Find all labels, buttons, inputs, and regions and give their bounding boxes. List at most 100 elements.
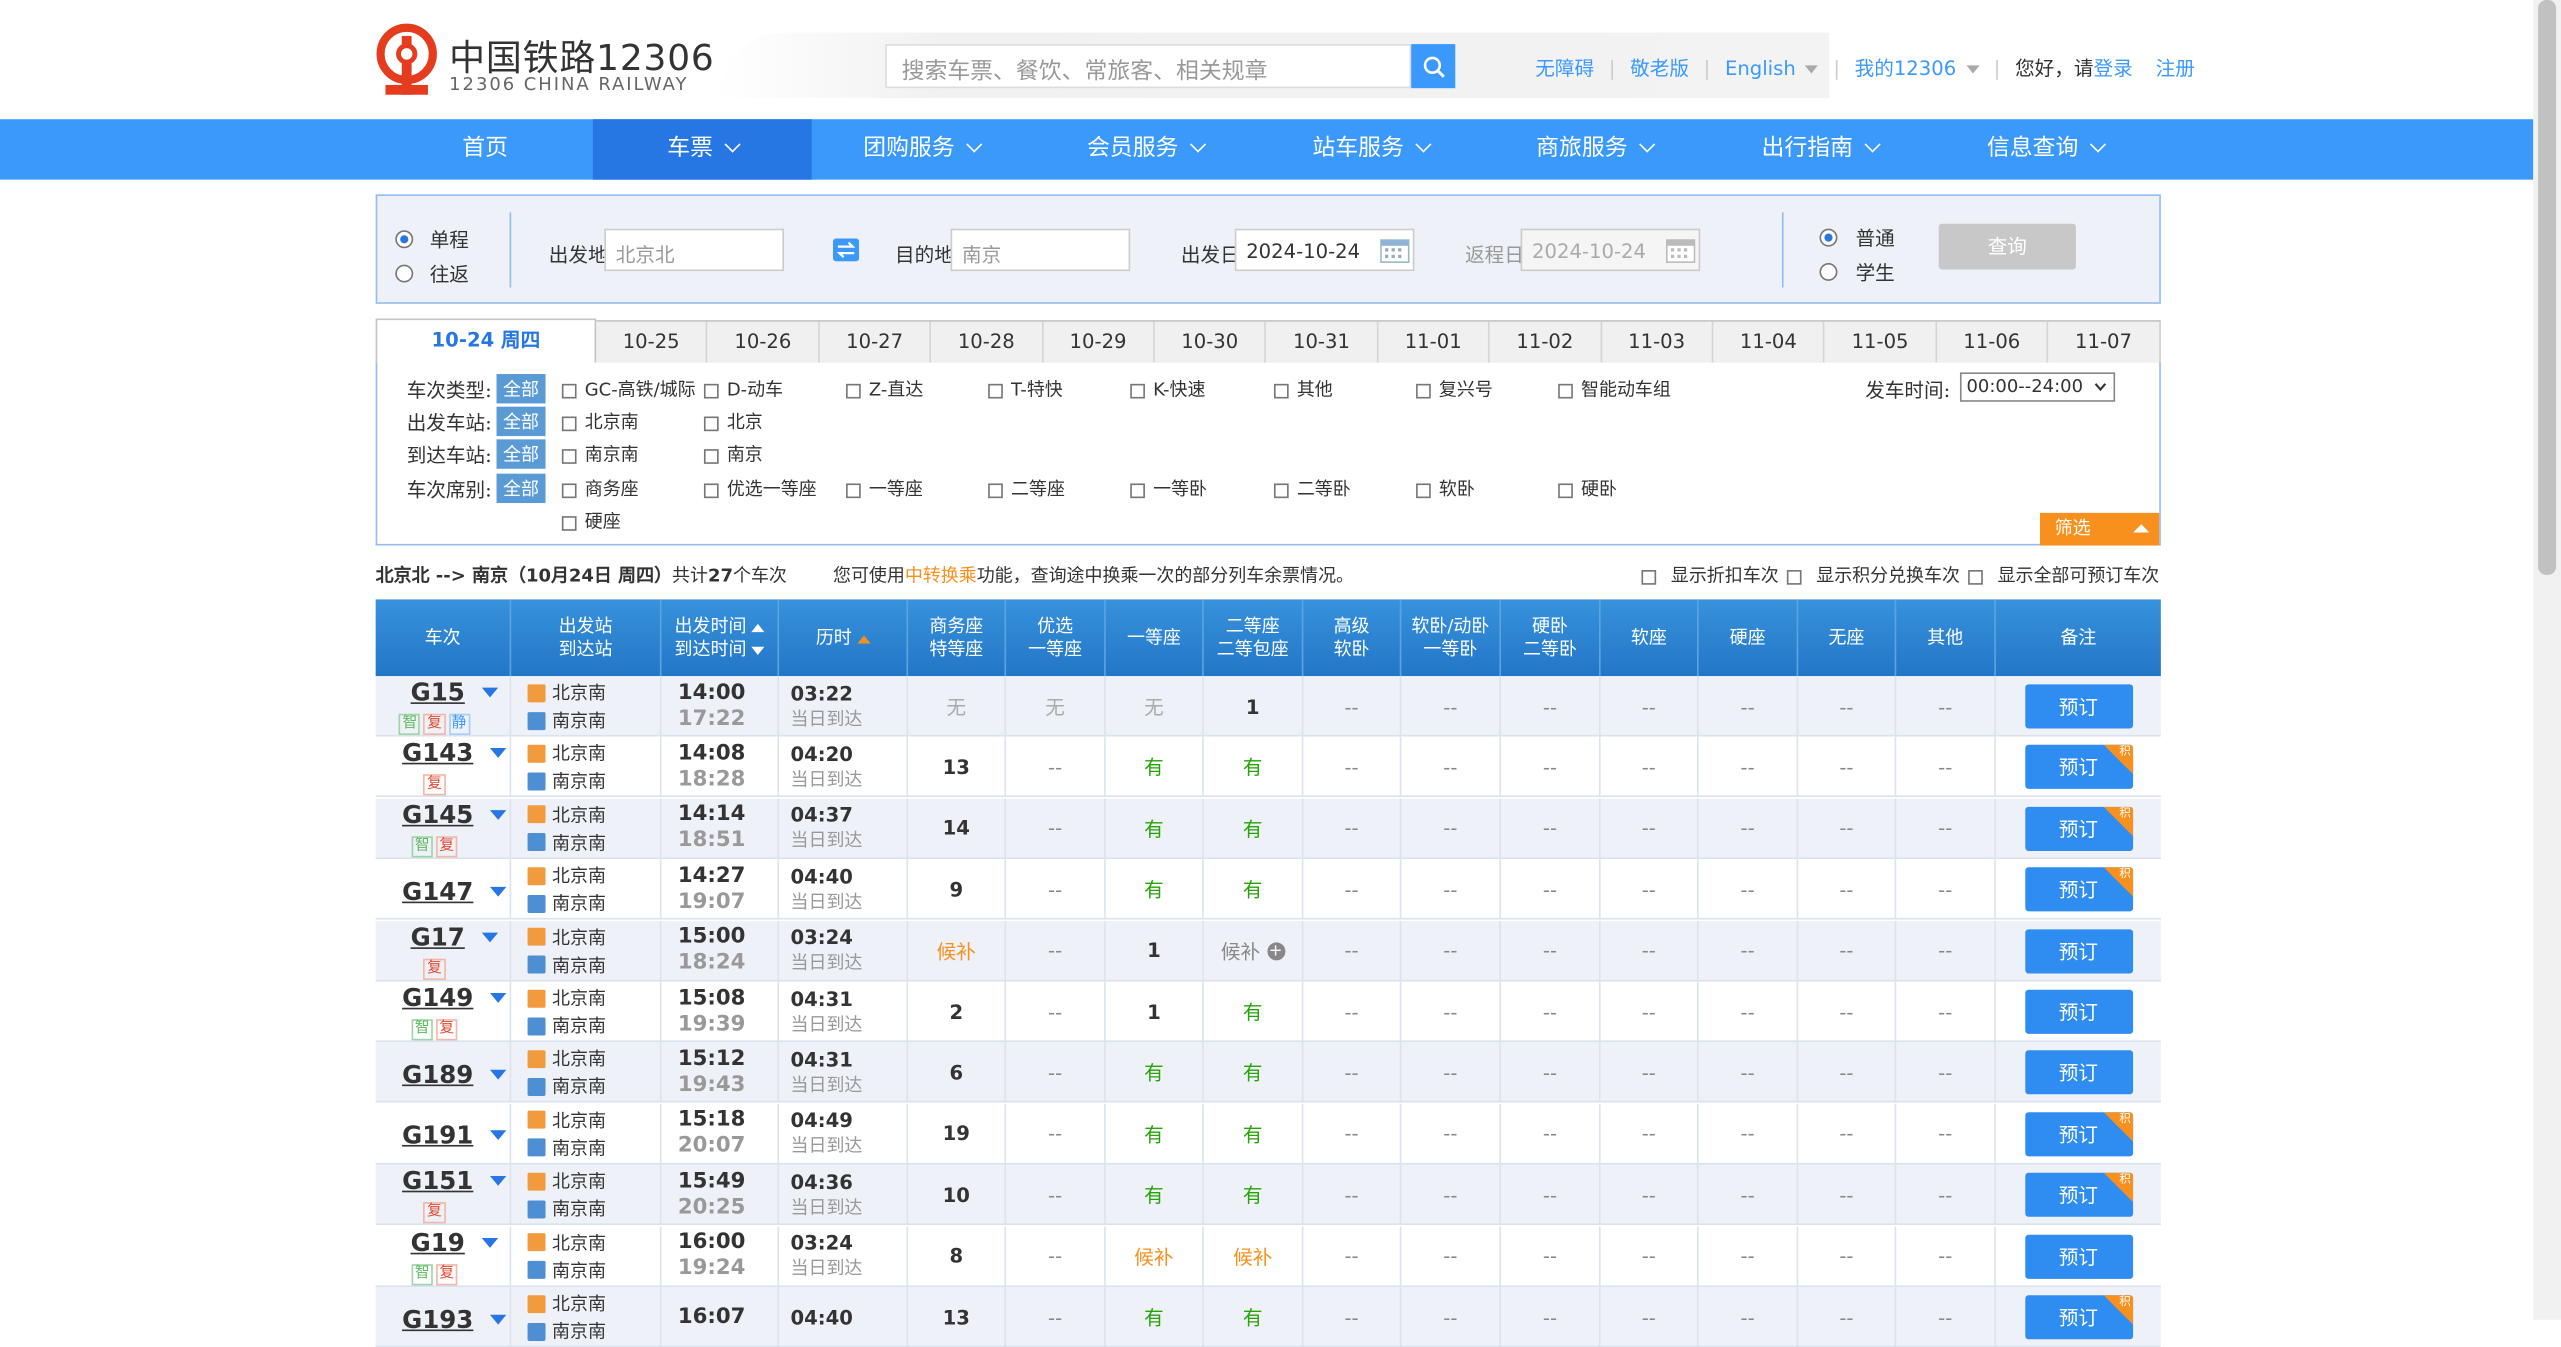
filter-option[interactable]: 其他 [1273,376,1333,402]
train-number-link[interactable]: G17 [411,922,465,951]
china-railway-logo-icon[interactable] [376,23,438,98]
date-tab[interactable]: 10-30 [1155,321,1267,363]
date-tab[interactable]: 11-01 [1378,321,1490,363]
student-ticket-radio[interactable]: 学生 [1819,255,1895,286]
train-number-link[interactable]: G191 [402,1121,473,1150]
seat-availability[interactable]: 1 [1147,1000,1161,1023]
seat-availability[interactable]: 6 [949,1061,963,1084]
seat-availability[interactable]: 候补 [1134,1242,1173,1270]
filter-all-button[interactable]: 全部 [496,473,546,504]
nav-item[interactable]: 信息查询 [1935,119,2154,179]
filter-option[interactable]: 北京南 [561,408,639,434]
search-input[interactable]: 搜索车票、餐饮、常旅客、相关规章 [885,44,1412,89]
book-button[interactable]: 预订 [2024,1050,2133,1095]
train-number-link[interactable]: G151 [402,1166,473,1195]
filter-option[interactable]: 复兴号 [1416,376,1493,402]
expand-stops-icon[interactable] [489,1313,507,1324]
transfer-link[interactable]: 中转换乘 [905,565,977,586]
filter-all-button[interactable]: 全部 [496,439,546,469]
book-button[interactable]: 预订 积 [2024,1173,2133,1218]
seat-availability[interactable]: 1 [1147,939,1161,962]
add-waitlist-icon[interactable]: + [1266,941,1285,960]
oneway-radio[interactable]: 单程 [395,222,469,253]
calendar-icon[interactable] [1380,237,1410,263]
expand-stops-icon[interactable] [489,1130,507,1141]
train-number-link[interactable]: G143 [402,739,473,768]
column-header[interactable]: 出发时间 到达时间 [661,599,780,677]
train-number-link[interactable]: G189 [402,1060,473,1089]
book-button[interactable]: 预订 积 [2024,806,2133,851]
seat-availability[interactable]: 14 [943,817,970,840]
train-number-link[interactable]: G19 [411,1228,465,1257]
my12306-dropdown[interactable]: 我的12306 [1855,54,1980,82]
depart-time-select[interactable]: 00:00--24:00 [1959,372,2116,402]
book-button[interactable]: 预订 积 [2024,1111,2133,1157]
date-tab[interactable]: 11-03 [1602,321,1714,363]
filter-option[interactable]: K-快速 [1130,376,1205,402]
seat-availability[interactable]: 有 [1144,1120,1164,1148]
train-number-link[interactable]: G147 [402,877,473,906]
filter-option[interactable]: 北京 [703,408,763,434]
date-tab[interactable]: 10-28 [931,321,1043,363]
seat-availability[interactable]: 有 [1144,754,1164,782]
seat-availability[interactable]: 有 [1243,1303,1263,1331]
from-station-input[interactable]: 北京北 [604,228,784,272]
seat-availability[interactable]: 8 [949,1245,963,1268]
filter-option[interactable]: 硬卧 [1558,475,1617,501]
filter-option[interactable]: 一等卧 [1130,475,1207,501]
expand-stops-icon[interactable] [481,687,498,698]
seat-availability[interactable]: 有 [1144,1059,1164,1087]
filter-option[interactable]: 南京 [703,441,763,467]
show-option-checkbox[interactable]: 显示全部可预订车次 [1968,562,2159,588]
date-tab[interactable]: 10-27 [820,321,932,363]
to-station-input[interactable]: 南京 [950,228,1131,272]
seat-availability[interactable]: 有 [1243,998,1263,1026]
date-tab[interactable]: 10-26 [708,321,820,363]
seat-availability[interactable]: 19 [943,1123,970,1146]
date-tab[interactable]: 11-05 [1825,321,1937,363]
search-button[interactable] [1411,44,1456,89]
filter-all-button[interactable]: 全部 [496,406,546,437]
date-tab[interactable]: 10-31 [1266,321,1379,363]
seat-availability[interactable]: 13 [943,756,970,779]
seat-availability[interactable]: 候补 [1221,937,1260,965]
seat-availability[interactable]: 有 [1243,754,1263,782]
filter-all-button[interactable]: 全部 [496,374,546,404]
swap-stations-icon[interactable] [832,238,860,262]
date-tab[interactable]: 11-02 [1490,321,1602,363]
filter-option[interactable]: 商务座 [561,475,639,501]
seat-availability[interactable]: 有 [1144,815,1164,843]
filter-toggle-button[interactable]: 筛选 [2039,512,2160,546]
nav-item[interactable]: 团购服务 [812,119,1031,179]
filter-option[interactable]: 硬座 [561,508,621,534]
book-button[interactable]: 预订 积 [2024,745,2133,790]
filter-option[interactable]: GC-高铁/城际 [561,376,696,402]
seat-availability[interactable]: 有 [1243,815,1263,843]
seat-availability[interactable]: 候补 [1233,1242,1272,1270]
expand-stops-icon[interactable] [489,1069,507,1080]
seat-availability[interactable]: 候补 [937,937,976,965]
accessible-link[interactable]: 无障碍 [1535,54,1594,82]
expand-stops-icon[interactable] [489,993,507,1003]
date-tab[interactable]: 11-04 [1713,321,1826,363]
filter-option[interactable]: 优选一等座 [703,475,817,501]
filter-option[interactable]: 南京南 [561,441,639,467]
show-option-checkbox[interactable]: 显示折扣车次 [1641,562,1779,588]
book-button[interactable]: 预订 积 [2024,867,2133,912]
filter-option[interactable]: 一等座 [846,475,923,501]
book-button[interactable]: 预订 [2024,989,2133,1034]
book-button[interactable]: 预订 [2024,928,2133,973]
seat-availability[interactable]: 1 [1246,695,1260,718]
date-tab[interactable]: 10-25 [596,321,708,363]
date-tab[interactable]: 10-29 [1043,321,1155,363]
book-button[interactable]: 预订 [2024,684,2133,729]
nav-item[interactable]: 商旅服务 [1485,119,1704,179]
nav-item[interactable]: 站车服务 [1261,119,1480,179]
expand-stops-icon[interactable] [489,809,507,820]
train-number-link[interactable]: G145 [402,800,473,829]
nav-item[interactable]: 会员服务 [1036,119,1255,179]
login-link[interactable]: 登录 [2094,54,2133,82]
calendar-icon[interactable] [1665,237,1696,263]
nav-item[interactable]: 出行指南 [1710,119,1929,179]
language-dropdown[interactable]: English [1725,56,1819,79]
